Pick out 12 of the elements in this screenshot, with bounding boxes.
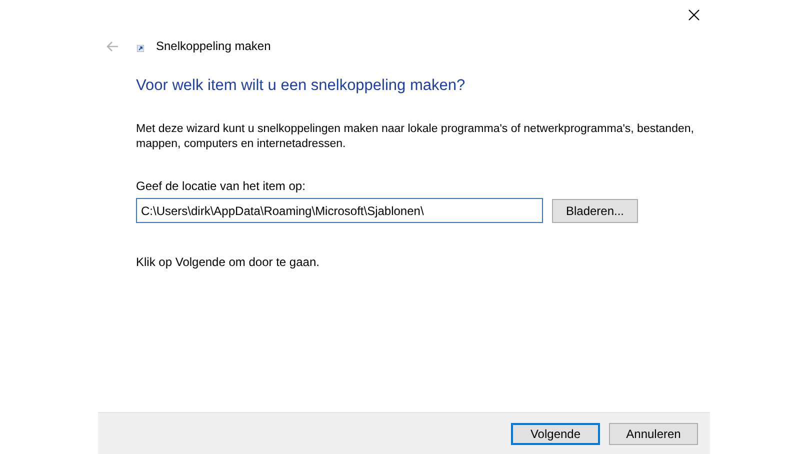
back-arrow-icon <box>106 40 118 52</box>
location-field[interactable]: C:\Users\dirk\AppData\Roaming\Microsoft\Sjablonen\ <box>136 198 543 223</box>
location-label: Geef de locatie van het item op: <box>136 179 306 194</box>
dialog-button[interactable]: Volgende <box>511 422 600 444</box>
dialog-button[interactable]: Annuleren <box>609 422 698 444</box>
page-heading: Voor welk item wilt u een snelkoppeling maken? <box>136 76 466 96</box>
hint-text: Klik op Volgende om door te gaan. <box>136 255 320 270</box>
close-icon <box>688 9 700 21</box>
window-title: Snelkoppeling maken <box>156 38 271 55</box>
browse-button[interactable]: Bladeren... <box>552 198 638 222</box>
description-text: Met deze wizard kunt u snelkoppelingen maken naar lokale programma's of netwerkprogramma's, bestanden, mappen, computers en internetadressen. <box>136 122 695 152</box>
shortcut-icon <box>137 44 144 52</box>
